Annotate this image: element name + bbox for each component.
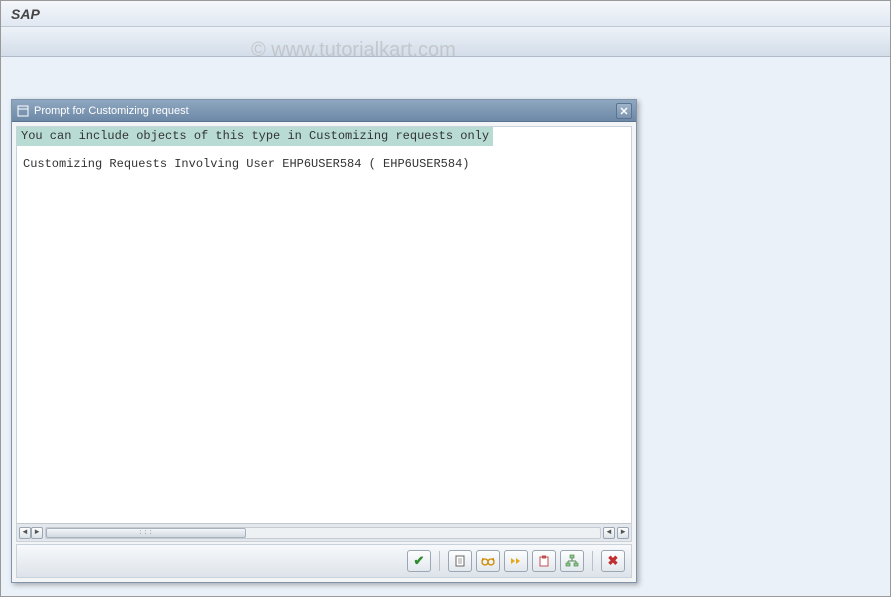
dialog-close-button[interactable] xyxy=(616,103,632,119)
app-header: SAP xyxy=(1,1,890,27)
continue-button[interactable]: ✔ xyxy=(407,550,431,572)
info-message: You can include objects of this type in … xyxy=(17,127,631,145)
create-request-button[interactable] xyxy=(448,550,472,572)
separator xyxy=(439,551,440,571)
request-list-header: Customizing Requests Involving User EHP6… xyxy=(17,157,631,171)
clipboard-icon xyxy=(537,554,551,568)
dialog-content: You can include objects of this type in … xyxy=(17,127,631,523)
app-title: SAP xyxy=(11,6,40,22)
double-arrow-icon xyxy=(508,554,524,568)
dialog-title: Prompt for Customizing request xyxy=(34,105,616,117)
dialog-footer: ✔ xyxy=(16,544,632,578)
scroll-right-arrow[interactable]: ► xyxy=(31,527,43,539)
cancel-icon: ✖ xyxy=(608,553,619,569)
display-button[interactable] xyxy=(476,550,500,572)
scroll-left-end-arrow[interactable]: ◄ xyxy=(603,527,615,539)
hierarchy-button[interactable] xyxy=(560,550,584,572)
scrollbar-thumb[interactable]: ::: xyxy=(46,528,246,538)
customizing-request-dialog: Prompt for Customizing request You can i… xyxy=(11,99,637,583)
app-toolbar xyxy=(1,27,890,57)
dialog-titlebar: Prompt for Customizing request xyxy=(12,100,636,122)
scroll-left-arrow[interactable]: ◄ xyxy=(19,527,31,539)
close-icon xyxy=(619,106,629,116)
scroll-right-end-arrow[interactable]: ► xyxy=(617,527,629,539)
document-icon xyxy=(453,554,467,568)
check-icon: ✔ xyxy=(414,553,425,569)
add-to-request-button[interactable] xyxy=(532,550,556,572)
scrollbar-track[interactable]: ::: xyxy=(45,527,601,539)
dialog-body: You can include objects of this type in … xyxy=(16,126,632,542)
dialog-icon xyxy=(16,104,30,118)
tree-icon xyxy=(565,554,579,568)
horizontal-scrollbar[interactable]: ◄ ► ::: ◄ ► xyxy=(17,523,631,541)
own-requests-button[interactable] xyxy=(504,550,528,572)
info-message-text: You can include objects of this type in … xyxy=(17,126,493,146)
glasses-icon xyxy=(480,554,496,568)
separator xyxy=(592,551,593,571)
cancel-button[interactable]: ✖ xyxy=(601,550,625,572)
